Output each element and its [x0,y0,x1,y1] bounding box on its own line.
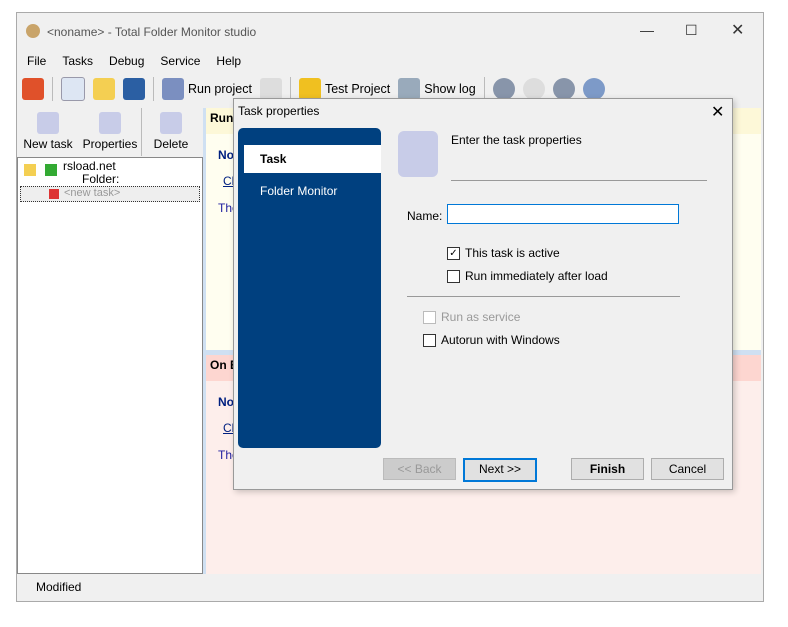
app-icon [26,24,40,38]
task-properties-dialog: Task properties ✕ Task Folder Monitor En… [233,98,733,490]
menu-bar: File Tasks Debug Service Help [27,54,257,68]
minimize-button[interactable]: — [640,22,654,38]
tree-item-subtitle: Folder: [82,172,120,186]
next-button[interactable]: Next >> [463,458,537,482]
test-project-button[interactable]: Test Project [298,78,390,100]
run-project-button[interactable]: Run project [162,78,252,100]
service-refresh-icon[interactable] [582,78,605,100]
wizard-steps-panel: Task Folder Monitor [238,128,381,448]
scroll-check-icon [99,112,121,134]
autorun-checkbox[interactable]: Autorun with Windows [423,333,560,348]
back-button[interactable]: << Back [383,458,456,480]
step-folder-monitor[interactable]: Folder Monitor [260,184,337,198]
run-immediately-checkbox[interactable]: Run immediately after load [447,269,608,284]
menu-file[interactable]: File [27,54,46,68]
cancel-button[interactable]: Cancel [651,458,724,480]
name-input[interactable] [447,204,679,224]
home-icon[interactable] [22,78,44,100]
red-flag-icon [49,189,59,199]
menu-help[interactable]: Help [216,54,241,68]
open-folder-icon[interactable] [93,78,115,100]
task-toolbar: New task Properties Delete [17,108,203,156]
scroll-delete-icon [160,112,182,134]
new-project-icon[interactable] [61,77,85,101]
service-start-icon[interactable] [492,78,515,100]
scroll-add-icon [37,112,59,134]
service-stop-icon[interactable] [522,78,545,100]
name-label: Name: [407,209,443,223]
step-task[interactable]: Task [244,145,381,173]
tree-item-rsload[interactable]: rsload.net [63,159,116,173]
window-title: <noname> - Total Folder Monitor studio [47,25,257,39]
menu-tasks[interactable]: Tasks [62,54,93,68]
maximize-button[interactable]: ☐ [685,22,698,39]
dialog-close-button[interactable]: ✕ [711,102,724,122]
status-text: Modified [36,580,82,594]
event-no-action: No [218,395,234,409]
show-log-button[interactable]: Show log [398,78,476,100]
footprints-icon [298,78,321,100]
dialog-title: Task properties [238,104,320,118]
rocket-icon [162,78,184,100]
scroll-icon [398,131,438,177]
new-task-button[interactable]: New task [17,108,79,156]
run-as-service-checkbox[interactable]: Run as service [423,310,520,325]
tree-item-new-task[interactable]: <new task> [20,186,200,202]
delete-button[interactable]: Delete [141,108,200,156]
menu-debug[interactable]: Debug [109,54,144,68]
dialog-heading: Enter the task properties [451,133,582,147]
properties-button[interactable]: Properties [79,108,141,156]
task-tree: rsload.net Folder: <new task> [17,157,203,574]
save-icon[interactable] [123,78,145,100]
magnifier-icon [398,78,421,100]
run-no-action: No [218,148,234,162]
stop-icon[interactable] [259,78,282,100]
service-install-icon[interactable] [552,78,575,100]
finish-button[interactable]: Finish [571,458,644,480]
active-checkbox[interactable]: ✓ This task is active [447,246,560,261]
close-button[interactable]: ✕ [731,20,744,40]
folder-icon [24,164,36,176]
green-flag-icon [45,164,57,176]
menu-service[interactable]: Service [160,54,200,68]
